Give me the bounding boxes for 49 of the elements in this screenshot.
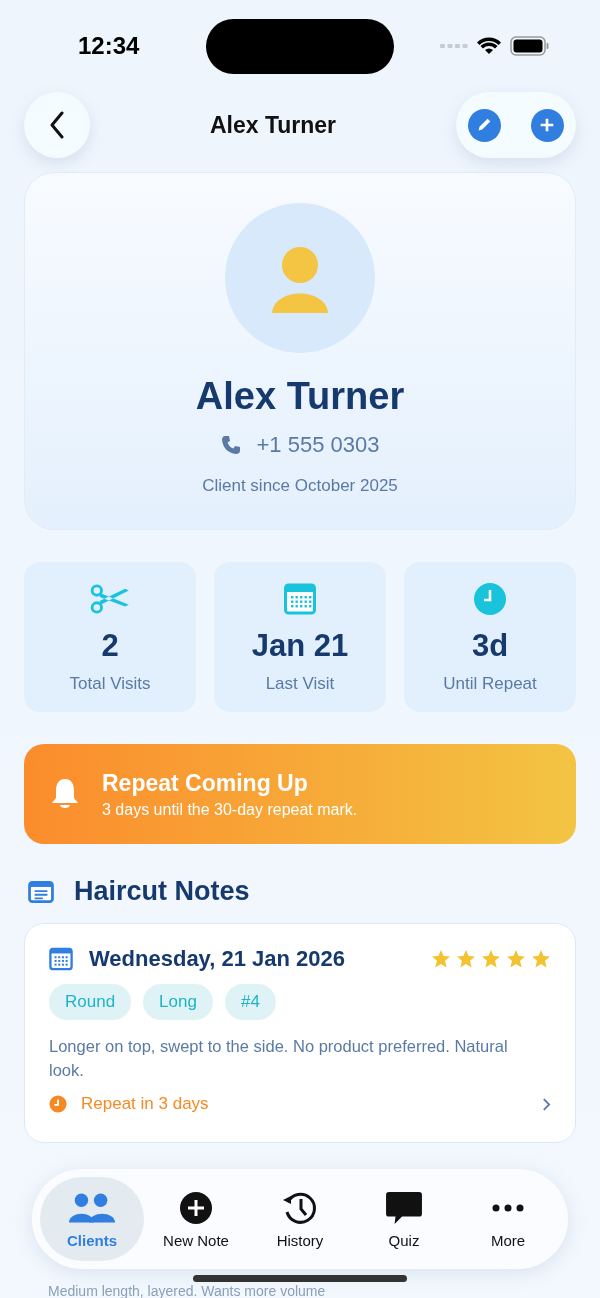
- tab[interactable]: New Note: [144, 1177, 248, 1261]
- star-icon: [506, 949, 526, 969]
- tag: Long: [143, 984, 213, 1020]
- client-since: Client since October 2025: [202, 476, 398, 496]
- clock-icon: [49, 1095, 67, 1113]
- note-card[interactable]: Wednesday, 21 Jan 2026 Round Long #4 Longer on top, swept to the side. No product preferred. Natural look. Repeat in 3 days: [24, 923, 576, 1143]
- screen-title: Alex Turner: [209, 111, 337, 139]
- stat-value: Jan 21: [251, 628, 349, 664]
- note-text: Longer on top, swept to the side. No product preferred. Natural look.: [49, 1036, 509, 1081]
- signal-icon: [440, 43, 468, 49]
- stat-label: Until Repeat: [443, 674, 537, 694]
- tab[interactable]: History: [248, 1177, 352, 1261]
- scissors-icon: [89, 583, 131, 615]
- edit-button[interactable]: [468, 108, 501, 142]
- tag: #4: [224, 984, 276, 1020]
- section-title: Haircut Notes: [74, 876, 250, 907]
- banner-message: 3 days until the 30-day repeat mark.: [102, 800, 358, 819]
- clock-icon: [473, 582, 507, 616]
- bell-icon: [50, 777, 80, 811]
- calendar-icon: [49, 947, 73, 971]
- wifi-icon: [477, 37, 501, 55]
- client-name: Alex Turner: [195, 375, 405, 418]
- stat-value: 3d: [471, 628, 509, 664]
- more-icon: [492, 1203, 524, 1212]
- calendar-icon: [284, 583, 316, 615]
- add-button[interactable]: [531, 108, 564, 142]
- phone-icon: [220, 435, 241, 455]
- note-date: Wednesday, 21 Jan 2026: [89, 946, 346, 972]
- battery-icon: [510, 36, 550, 56]
- tab[interactable]: More: [456, 1177, 560, 1261]
- star-icon: [456, 949, 476, 969]
- note-text: Medium length, layered. Wants more volume: [48, 1284, 326, 1298]
- plus-icon: [179, 1190, 213, 1225]
- notes-icon: [28, 880, 54, 903]
- phone-number: +1 555 0303: [256, 432, 380, 458]
- stat-value: 2: [101, 628, 119, 664]
- banner-title: Repeat Coming Up: [102, 769, 309, 797]
- stat-label: Last Visit: [265, 674, 335, 694]
- chevron-left-icon: [49, 111, 65, 139]
- star-icon: [481, 949, 501, 969]
- repeat-note: Repeat in 3 days: [81, 1094, 210, 1114]
- star-icon: [431, 949, 451, 969]
- tab[interactable]: Quiz: [352, 1177, 456, 1261]
- people-icon: [68, 1191, 116, 1224]
- chevron-right-icon: [542, 1096, 551, 1112]
- star-icon: [531, 949, 551, 969]
- tag: Round: [49, 984, 132, 1020]
- stat-label: Total Visits: [69, 674, 151, 694]
- status-time: 12:34: [78, 32, 140, 60]
